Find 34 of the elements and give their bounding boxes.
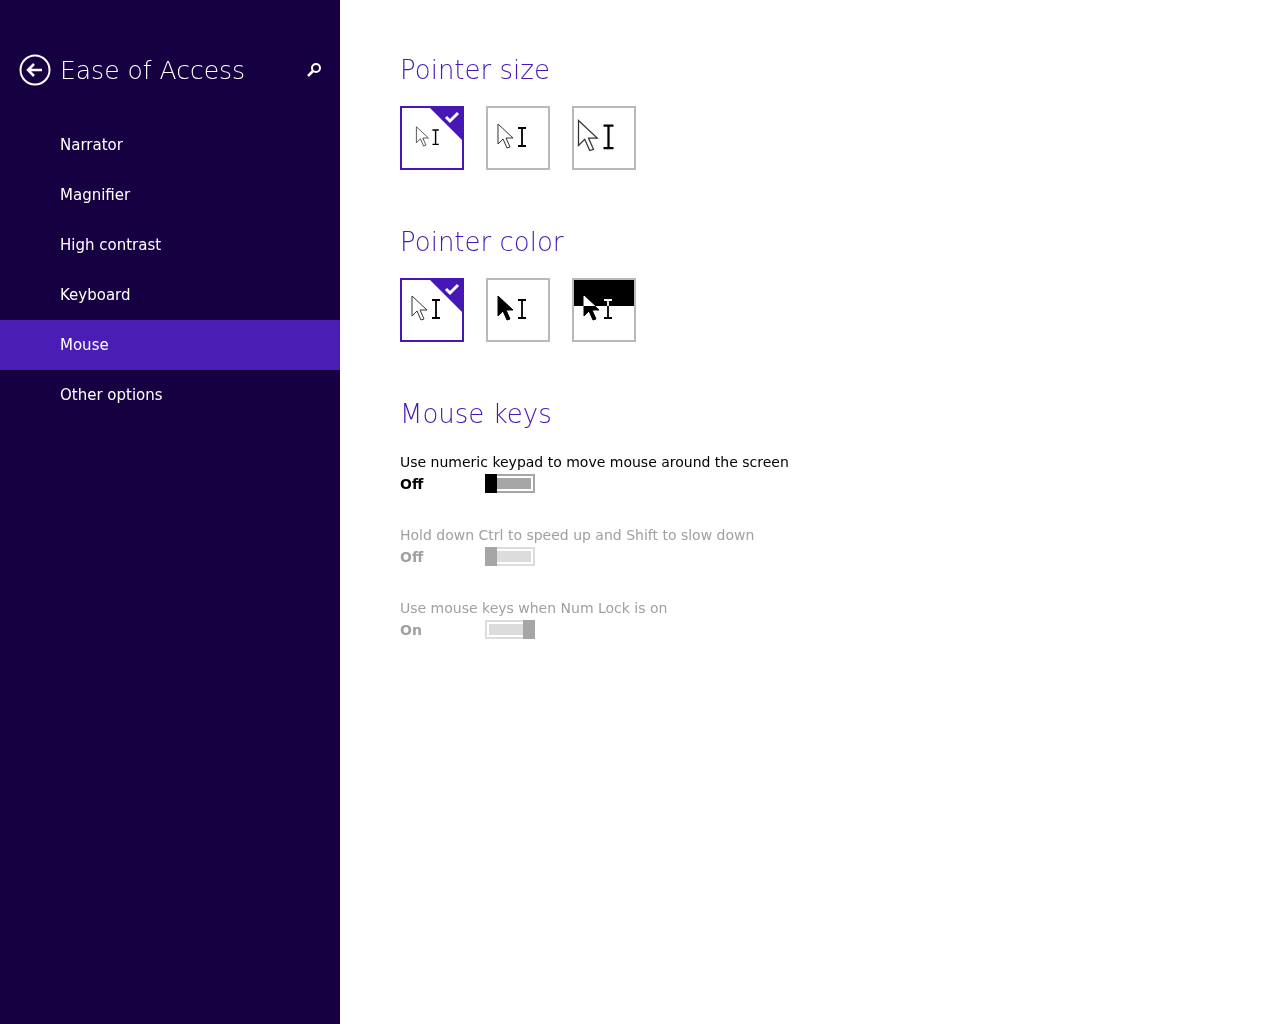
selected-check-icon bbox=[428, 278, 464, 314]
cursor-icon bbox=[577, 119, 615, 152]
section-heading: Mouse keys bbox=[400, 398, 553, 431]
cursor-icon bbox=[411, 295, 441, 321]
toggle-state: On bbox=[400, 621, 423, 638]
nav-item[interactable]: Narrator bbox=[0, 120, 340, 170]
cursor-icon bbox=[583, 295, 613, 321]
selected-check-icon bbox=[428, 106, 464, 142]
pointer-color-option[interactable] bbox=[486, 278, 550, 342]
setting-label: Hold down Ctrl to speed up and Shift to slow down bbox=[400, 526, 756, 545]
toggle-state: Off bbox=[400, 475, 425, 492]
pointer-color-option[interactable] bbox=[572, 278, 636, 342]
cursor-icon bbox=[497, 123, 527, 149]
search-button[interactable] bbox=[306, 62, 322, 78]
nav-item[interactable]: Magnifier bbox=[0, 170, 340, 220]
pointer-color-option[interactable] bbox=[400, 278, 464, 342]
toggle-state: Off bbox=[400, 548, 425, 565]
nav-item[interactable]: Other options bbox=[0, 370, 340, 420]
cursor-icon bbox=[497, 295, 527, 321]
nav-item[interactable]: High contrast bbox=[0, 220, 340, 270]
page-title: Ease of Access bbox=[60, 55, 247, 85]
cursor-icon bbox=[416, 126, 440, 147]
search-icon bbox=[306, 62, 322, 78]
setting-label: Use numeric keypad to move mouse around the screen bbox=[400, 453, 790, 472]
inverse-band bbox=[574, 280, 634, 306]
pointer-size-option[interactable] bbox=[572, 106, 636, 170]
pointer-size-option[interactable] bbox=[486, 106, 550, 170]
section-heading: Pointer color bbox=[400, 226, 565, 259]
setting-label: Use mouse keys when Num Lock is on bbox=[400, 599, 669, 618]
nav-item[interactable]: Keyboard bbox=[0, 270, 340, 320]
section-heading: Pointer size bbox=[400, 54, 551, 87]
toggle-switch[interactable] bbox=[485, 474, 535, 493]
nav-item[interactable]: Mouse bbox=[0, 320, 340, 370]
pointer-size-option[interactable] bbox=[400, 106, 464, 170]
